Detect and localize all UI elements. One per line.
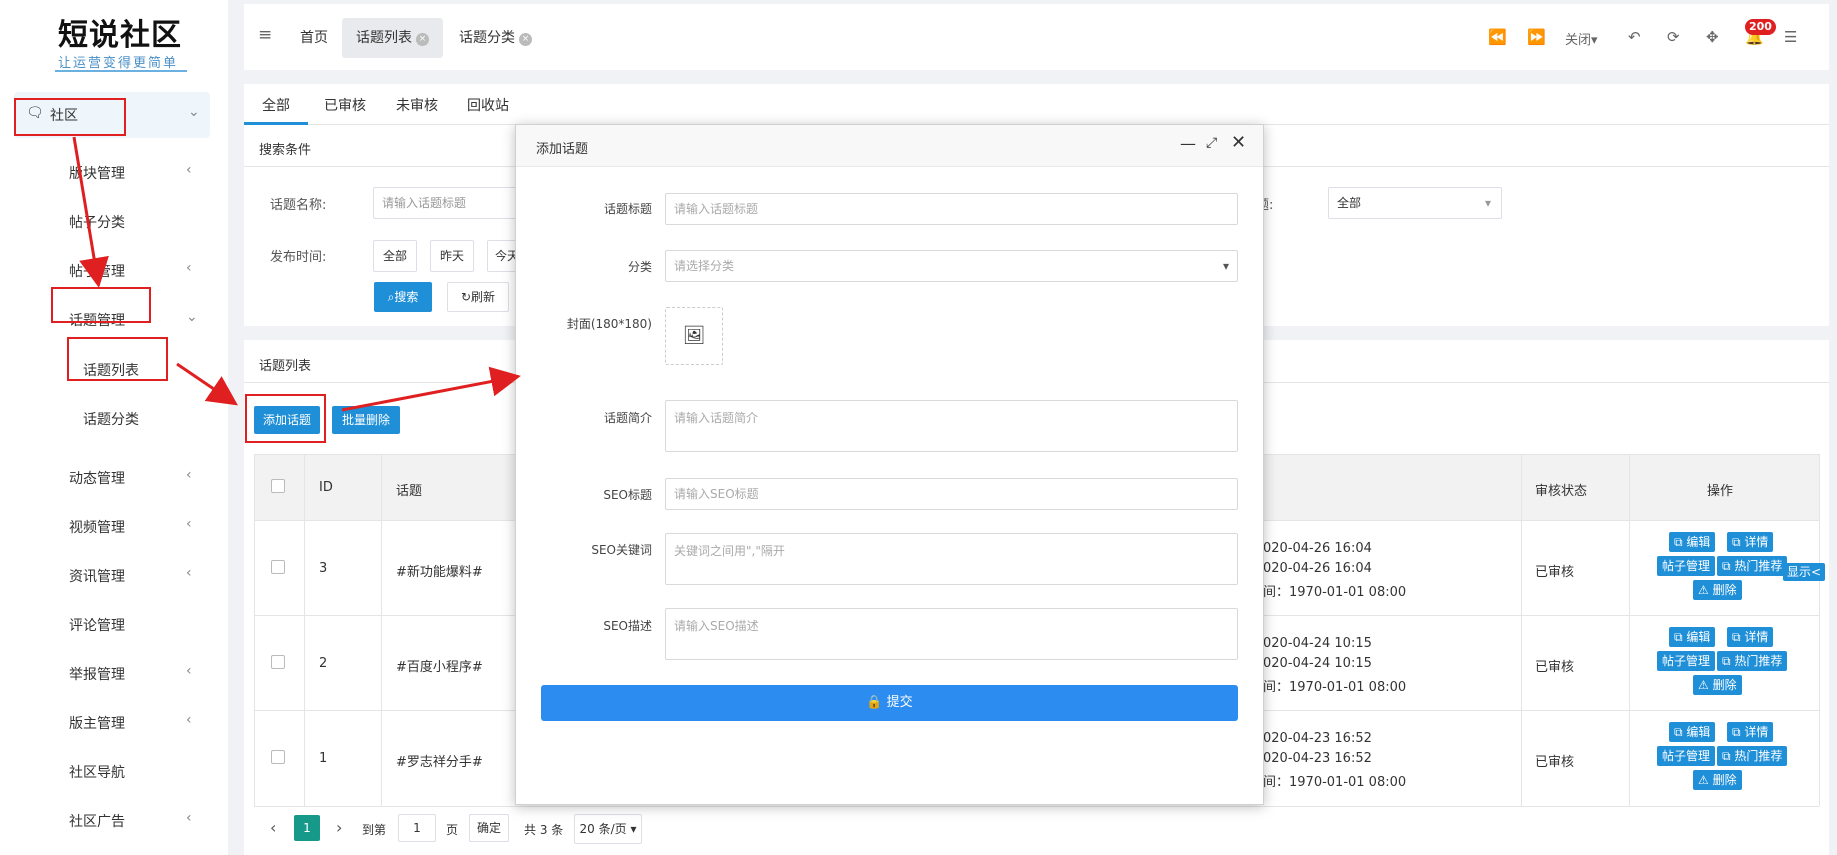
annotation-arrow [341, 366, 521, 412]
annotation-arrow [72, 136, 109, 288]
annotation-arrows [72, 136, 521, 412]
annotation-arrow [176, 362, 238, 406]
